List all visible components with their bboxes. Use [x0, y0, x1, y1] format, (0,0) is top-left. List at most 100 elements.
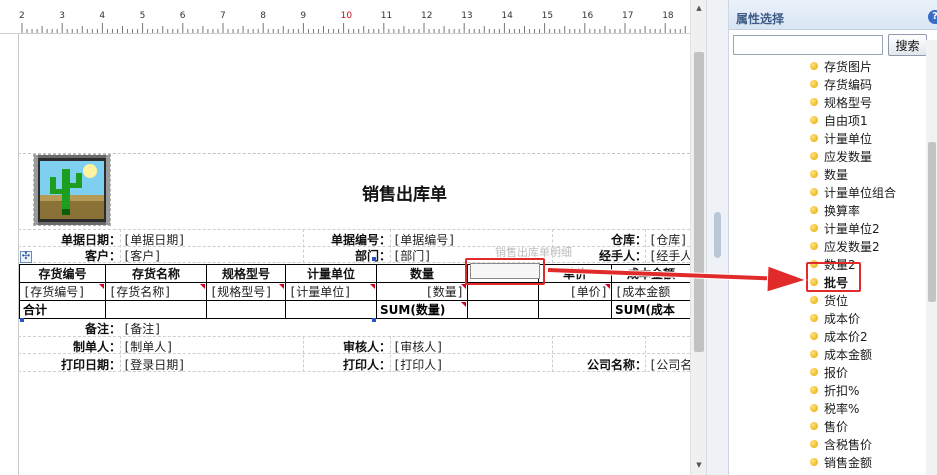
bullet-dot-icon	[810, 80, 818, 88]
highlighted-empty-cell[interactable]	[465, 258, 545, 285]
table-cell[interactable]: 存货编号	[19, 264, 106, 283]
property-item[interactable]: 税率%	[810, 399, 922, 417]
property-item[interactable]: 存货图片	[810, 57, 922, 75]
property-item-label: 成本价2	[824, 330, 868, 344]
detail-table[interactable]: 存货编号 存货名称 规格型号 计量单位 数量 单价 成本金额 [存货编号] [存货名称] [规格型…	[19, 264, 691, 319]
property-item-label: 存货编码	[824, 78, 873, 92]
table-cell[interactable]: [规格型号]	[206, 282, 286, 301]
bullet-dot-icon	[810, 134, 818, 142]
property-item[interactable]: 折扣%	[810, 381, 922, 399]
report-logo-image[interactable]	[33, 154, 111, 226]
property-item[interactable]: 成本价	[810, 309, 922, 327]
table-cell[interactable]: 单价	[538, 264, 612, 283]
drop-target-cell[interactable]	[470, 263, 540, 279]
scrollbar-thumb[interactable]	[694, 52, 704, 352]
property-item[interactable]: 货位	[810, 291, 922, 309]
property-item[interactable]: 自由项1	[810, 111, 922, 129]
table-move-handle-icon[interactable]: ✣	[20, 251, 32, 263]
horizontal-ruler: 2 3 4 5 6 7 8 9 10 11 12 13 14 15 16 17 18	[0, 0, 690, 34]
table-cell[interactable]: SUM(成本	[611, 300, 691, 319]
table-cell[interactable]	[206, 300, 286, 319]
column-divider	[390, 336, 391, 372]
ruler-number: 8	[260, 11, 266, 21]
property-item-label: 报价	[824, 366, 849, 380]
help-icon[interactable]: ?	[928, 10, 937, 24]
property-item-label: 售价	[824, 420, 849, 434]
ruler-number: 15	[541, 11, 554, 21]
table-cell[interactable]: [计量单位]	[285, 282, 377, 301]
column-divider	[645, 229, 646, 263]
table-cell[interactable]: SUM(数量)	[376, 300, 468, 319]
bullet-dot-icon	[810, 188, 818, 196]
splitter-grip[interactable]	[714, 212, 721, 258]
ruler-number: 7	[220, 11, 226, 21]
table-cell[interactable]	[105, 300, 207, 319]
property-search-input[interactable]	[733, 35, 883, 55]
property-item[interactable]: 应发数量	[810, 147, 922, 165]
column-divider	[552, 336, 553, 372]
table-cell[interactable]: 存货名称	[105, 264, 207, 283]
bullet-dot-icon	[810, 62, 818, 70]
field-value[interactable]: [备注]	[123, 320, 161, 337]
report-designer: 2 3 4 5 6 7 8 9 10 11 12 13 14 15 16 17 18 销售出库单	[0, 0, 706, 475]
column-divider	[120, 229, 121, 263]
table-cell[interactable]	[467, 282, 539, 301]
scroll-up-arrow-icon[interactable]: ▲	[691, 0, 706, 16]
property-item[interactable]: 成本价2	[810, 327, 922, 345]
property-item[interactable]: 成本金额	[810, 345, 922, 363]
bullet-dot-icon	[810, 332, 818, 340]
table-cell[interactable]	[467, 300, 539, 319]
bullet-dot-icon	[810, 314, 818, 322]
property-item-label: 计量单位组合	[824, 186, 897, 200]
property-item[interactable]: 数量	[810, 165, 922, 183]
property-item[interactable]: 销售金额	[810, 453, 922, 471]
table-cell[interactable]: [数量]	[376, 282, 468, 301]
property-item-label: 计量单位2	[824, 222, 880, 236]
bullet-dot-icon	[810, 350, 818, 358]
search-button[interactable]: 搜索	[888, 34, 927, 56]
property-item[interactable]: 进项	[810, 471, 922, 475]
bullet-dot-icon	[810, 98, 818, 106]
designer-vertical-scrollbar[interactable]: ▲ ▼	[690, 0, 706, 475]
table-cell[interactable]: 合计	[19, 300, 106, 319]
property-item[interactable]: 售价	[810, 417, 922, 435]
selection-handle[interactable]	[20, 318, 24, 322]
property-list-scrollbar[interactable]	[926, 40, 937, 475]
cell-marker-icon	[200, 284, 205, 289]
table-cell[interactable]: [存货名称]	[105, 282, 207, 301]
column-divider	[120, 336, 121, 372]
report-title[interactable]: 销售出库单	[362, 180, 447, 205]
panel-title: 属性选择	[736, 12, 785, 26]
property-item-label: 成本价	[824, 312, 861, 326]
property-item[interactable]: 计量单位2	[810, 219, 922, 237]
property-item[interactable]: 报价	[810, 363, 922, 381]
property-item[interactable]: 应发数量2	[810, 237, 922, 255]
property-item-label: 应发数量	[824, 150, 873, 164]
cell-marker-icon	[605, 284, 610, 289]
table-cell[interactable]: 计量单位	[285, 264, 377, 283]
scrollbar-thumb[interactable]	[928, 142, 936, 302]
property-item[interactable]: 换算率	[810, 201, 922, 219]
property-item[interactable]: 存货编码	[810, 75, 922, 93]
table-cell[interactable]: 数量	[376, 264, 468, 283]
cell-marker-icon	[279, 284, 284, 289]
panel-splitter[interactable]	[706, 0, 728, 475]
table-cell[interactable]	[285, 300, 377, 319]
table-cell[interactable]: [存货编号]	[19, 282, 106, 301]
property-item[interactable]: 计量单位组合	[810, 183, 922, 201]
table-cell[interactable]	[538, 300, 612, 319]
property-item[interactable]: 规格型号	[810, 93, 922, 111]
scroll-down-arrow-icon[interactable]: ▼	[691, 457, 706, 473]
selection-handle[interactable]	[372, 318, 376, 322]
selection-handle[interactable]	[372, 257, 376, 261]
property-item-label: 应发数量2	[824, 240, 880, 254]
property-item[interactable]: 含税售价	[810, 435, 922, 453]
bullet-dot-icon	[810, 368, 818, 376]
ruler-number: 16	[581, 11, 594, 21]
table-cell[interactable]: [单价]	[538, 282, 612, 301]
table-cell[interactable]: [成本金额	[611, 282, 691, 301]
table-cell[interactable]: 规格型号	[206, 264, 286, 283]
table-cell[interactable]: 成本金额	[611, 264, 691, 283]
ruler-number: 10	[340, 11, 353, 21]
property-item[interactable]: 计量单位	[810, 129, 922, 147]
